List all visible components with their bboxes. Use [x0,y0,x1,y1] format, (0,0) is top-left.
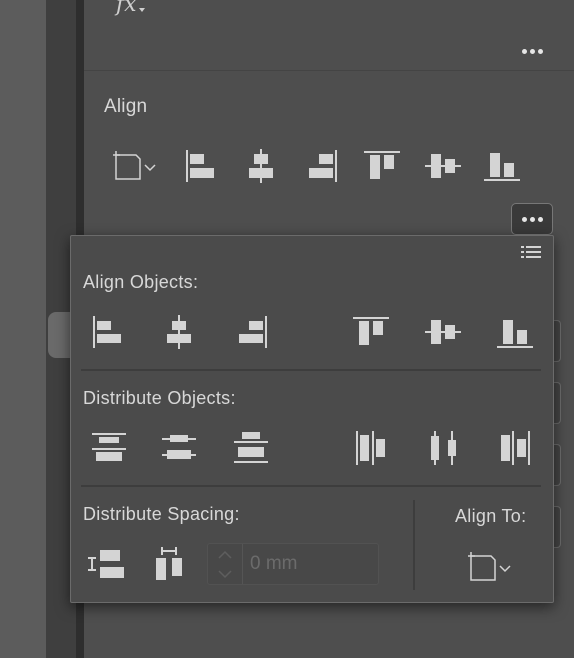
align-objects-hcenter-button[interactable] [159,312,199,352]
vertical-align-bottom-icon [484,153,520,181]
appearance-more-options-icon[interactable] [516,46,548,56]
align-objects-top-button[interactable] [351,312,391,352]
spacing-stepper[interactable] [208,544,243,584]
distribute-spacing-label: Distribute Spacing: [83,504,240,524]
distribute-objects-label: Distribute Objects: [83,388,236,408]
align-more-options-button[interactable] [511,203,553,235]
vertical-align-top-icon [364,151,400,179]
align-section-title: Align [104,96,148,117]
horizontal-align-center-button[interactable] [241,145,281,185]
align-to-selection-icon [468,552,511,581]
horizontal-align-left-icon [93,316,121,348]
vertical-distribute-bottom-icon [234,432,268,463]
popover-vertical-divider [413,500,415,590]
horizontal-align-center-icon [167,315,191,349]
fx-dropdown-caret-icon [139,8,145,12]
vertical-align-center-icon [425,320,461,344]
distribute-right-button[interactable] [495,428,535,468]
align-to-dropdown[interactable] [463,546,515,586]
vertical-align-top-icon [353,317,389,345]
align-objects-left-button[interactable] [89,312,129,352]
vertical-align-top-button[interactable] [362,145,402,185]
vertical-align-bottom-button[interactable] [482,145,522,185]
horizontal-align-left-icon [186,150,214,182]
align-objects-right-button[interactable] [231,312,271,352]
distribute-top-button[interactable] [89,428,129,468]
more-options-icon [512,204,552,234]
vertical-distribute-center-icon [162,435,196,459]
horizontal-distribute-right-icon [501,431,530,465]
vertical-align-center-icon [425,154,461,178]
stepper-arrows-icon [218,550,232,579]
align-objects-label: Align Objects: [83,272,199,292]
list-menu-icon [521,246,541,258]
align-to-label: Align To: [455,506,527,526]
section-divider [84,70,574,71]
vertical-align-bottom-icon [497,320,533,348]
align-objects-bottom-button[interactable] [495,312,535,352]
fx-icon[interactable]: fx [116,0,137,17]
vertical-align-center-button[interactable] [423,145,463,185]
align-objects-vcenter-button[interactable] [423,312,463,352]
spacing-input[interactable] [248,550,372,578]
horizontal-align-center-icon [249,149,273,183]
align-to-selection-dropdown[interactable] [108,145,160,185]
vertical-distribute-top-icon [92,433,126,461]
align-to-selection-icon [113,151,156,180]
horizontal-align-right-icon [309,150,337,182]
horizontal-distribute-space-button[interactable] [151,544,191,584]
distribute-left-button[interactable] [351,428,391,468]
popover-divider [81,485,541,487]
align-options-popover: Align Objects: Distribute Objects: Distr… [70,235,554,603]
vertical-distribute-space-button[interactable] [85,544,125,584]
spacing-value-field [207,543,379,585]
horizontal-distribute-center-icon [431,431,456,465]
distribute-hcenter-button[interactable] [423,428,463,468]
vertical-distribute-space-icon [88,550,124,578]
popover-divider [81,369,541,371]
distribute-bottom-button[interactable] [231,428,271,468]
horizontal-align-left-button[interactable] [182,145,222,185]
horizontal-distribute-left-icon [356,431,385,465]
left-pane [0,0,46,658]
horizontal-align-right-icon [239,316,267,348]
distribute-vcenter-button[interactable] [159,428,199,468]
horizontal-distribute-space-icon [156,547,182,580]
horizontal-align-right-button[interactable] [301,145,341,185]
popover-menu-button[interactable] [519,242,543,262]
